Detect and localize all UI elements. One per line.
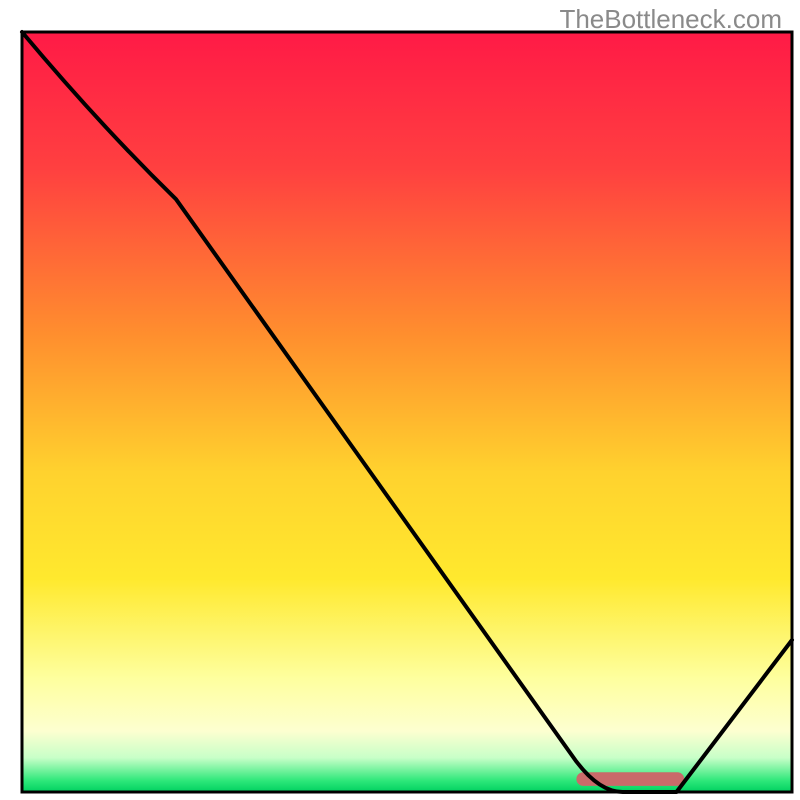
chart-svg	[0, 0, 800, 800]
watermark-text: TheBottleneck.com	[559, 4, 782, 35]
bottleneck-chart: TheBottleneck.com	[0, 0, 800, 800]
